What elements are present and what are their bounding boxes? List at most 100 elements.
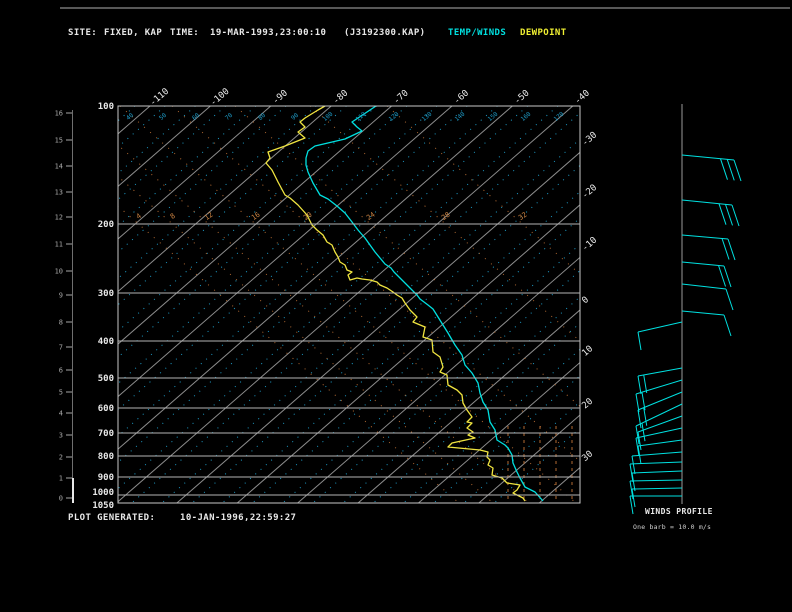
km-label: 8	[59, 319, 63, 327]
skewt-app-window: { "header": { "site_label": "SITE:", "si…	[0, 0, 792, 612]
aux-dotted-line	[342, 296, 580, 503]
isotherm-line	[118, 106, 272, 240]
wind-barb	[637, 321, 683, 351]
temp-top-label: -100	[209, 87, 232, 109]
km-label: 10	[55, 268, 63, 276]
temp-top-label: -80	[331, 88, 350, 106]
adiabat-label: 8	[169, 212, 177, 221]
pressure-label: 600	[98, 404, 114, 414]
km-label: 6	[59, 367, 63, 375]
isotherm-line	[357, 309, 580, 503]
plot-area	[118, 106, 580, 503]
km-label: 2	[59, 454, 63, 462]
aux-top-label: 70	[224, 112, 234, 122]
pressure-label: 200	[98, 220, 114, 230]
pressure-label: 800	[98, 452, 114, 462]
wind-barb	[681, 310, 732, 337]
aux-dotted-line	[118, 106, 226, 201]
adiabat-label: 24	[365, 211, 377, 222]
temp-top-label: -70	[392, 88, 411, 106]
adiabat-dotted-line	[118, 175, 494, 503]
aux-top-label: 130	[421, 110, 434, 123]
aux-dotted-line	[118, 106, 257, 227]
aux-dotted-line	[118, 106, 196, 175]
aux-top-label: 140	[454, 110, 467, 123]
km-label: 3	[59, 432, 63, 440]
pressure-label: 1000	[92, 488, 114, 498]
isotherm-line	[118, 106, 211, 188]
wind-barb	[681, 199, 740, 227]
aux-dotted-line	[312, 269, 580, 503]
temp-top-label: -50	[513, 88, 532, 106]
isotherm-line	[538, 466, 580, 503]
temperature-curve	[305, 106, 544, 502]
pressure-label: 300	[98, 289, 114, 299]
wind-barb	[681, 261, 732, 288]
aux-dotted-line	[221, 191, 580, 503]
temp-top-label: -90	[271, 88, 290, 106]
pressure-label: 900	[98, 473, 114, 483]
km-label: 7	[59, 344, 63, 352]
aux-top-label: 150	[487, 110, 500, 123]
km-label: 14	[55, 163, 63, 171]
adiabat-dotted-line	[118, 144, 530, 503]
pressure-label: 400	[98, 337, 114, 347]
adiabat-dotted-line	[119, 106, 577, 503]
wind-barb	[681, 154, 742, 182]
aux-dotted-line	[161, 138, 580, 503]
aux-top-label: 120	[388, 110, 401, 123]
aux-dotted-line	[118, 106, 468, 411]
skewt-diagram: 1002003004005006007008009001000105016151…	[55, 7, 790, 515]
aux-dotted-line	[463, 401, 580, 503]
chart-frame	[117, 105, 581, 504]
pressure-label: 500	[98, 374, 114, 384]
temp-right-label: 0	[580, 295, 591, 306]
aux-top-label: 60	[191, 112, 201, 122]
temp-right-label: -10	[580, 235, 599, 253]
dewpoint-curve	[265, 106, 526, 502]
km-label: 9	[59, 292, 63, 300]
adiabat-dotted-line	[171, 106, 580, 462]
aux-top-label: 170	[553, 110, 566, 123]
km-label: 4	[59, 410, 63, 418]
temp-right-label: 20	[580, 397, 595, 412]
temp-top-label: -40	[573, 88, 592, 106]
wind-barb	[637, 391, 683, 429]
aux-top-label: 160	[520, 110, 533, 123]
aux-dotted-line	[118, 106, 438, 385]
km-label: 12	[55, 214, 63, 222]
km-label: 1	[59, 475, 63, 483]
aux-dotted-line	[118, 106, 287, 253]
wind-barb	[629, 495, 682, 515]
isotherm-line	[118, 106, 151, 135]
aux-top-label: 90	[290, 112, 300, 122]
aux-dotted-line	[118, 106, 559, 490]
aux-dotted-line	[118, 106, 347, 306]
temp-right-label: 10	[580, 344, 595, 359]
km-label: 13	[55, 189, 63, 197]
isotherm-line	[118, 106, 332, 293]
aux-dotted-line	[118, 106, 166, 148]
adiabat-label: 4	[135, 212, 143, 221]
temp-top-label: -60	[452, 88, 471, 106]
km-label: 15	[55, 137, 63, 145]
aux-dotted-line	[493, 427, 580, 503]
aux-dotted-line	[403, 348, 580, 503]
isotherm-line	[176, 151, 580, 503]
temp-right-label: -30	[580, 130, 599, 148]
wind-barb	[637, 367, 683, 395]
pressure-label: 700	[98, 429, 114, 439]
temp-top-label: -110	[148, 87, 171, 109]
temp-right-label: 30	[580, 449, 595, 464]
isotherm-line	[118, 106, 513, 450]
aux-dotted-line	[131, 112, 580, 503]
aux-top-label: 80	[257, 112, 267, 122]
km-label: 0	[59, 495, 63, 503]
aux-dotted-line	[282, 243, 580, 503]
wind-barb	[681, 283, 734, 311]
adiabat-dotted-line	[309, 106, 580, 342]
isotherm-line	[297, 256, 580, 503]
wind-barb	[637, 439, 683, 465]
pressure-label: 100	[98, 102, 114, 112]
aux-top-label: 50	[158, 112, 168, 122]
